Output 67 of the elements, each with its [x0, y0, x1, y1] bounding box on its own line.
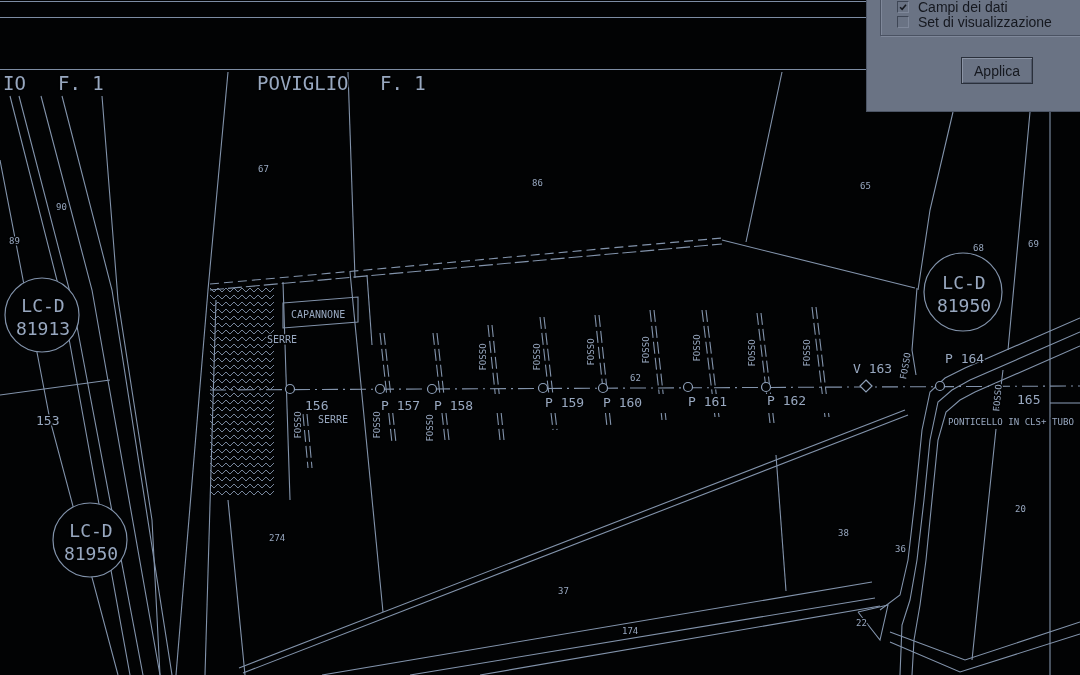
area-label: SERRE — [267, 334, 298, 345]
checkbox-label[interactable]: Set di visualizzazione — [918, 14, 1052, 29]
parcel-number: 20 — [1015, 504, 1026, 514]
ditch-label: FOSSO — [746, 339, 757, 367]
survey-point-icon — [859, 379, 873, 393]
parcel-number: 38 — [838, 528, 849, 538]
parcel-number: 68 — [973, 243, 984, 253]
sheet-label: IO — [3, 72, 26, 94]
station-label: P 162 — [767, 393, 807, 408]
ditch-label: FOSSO — [640, 336, 651, 364]
survey-point-icon — [284, 383, 296, 395]
survey-point-icon — [682, 381, 694, 393]
parcel-number: 36 — [895, 544, 906, 554]
parcel-number: 67 — [258, 164, 269, 174]
station-label: P 161 — [688, 394, 728, 409]
station-label: P 160 — [603, 395, 643, 410]
apply-button[interactable]: Applica — [961, 57, 1033, 84]
station-label: P 159 — [545, 395, 585, 410]
survey-point-icon — [537, 382, 549, 394]
ditch-label: FOSSO — [292, 411, 303, 439]
parcel-number: 89 — [9, 236, 20, 246]
station-label: V 163 — [853, 361, 893, 376]
survey-point-icon — [597, 382, 609, 394]
station-label: 165 — [1017, 392, 1041, 407]
ditch-line — [302, 413, 313, 469]
parcel-number: 69 — [1028, 239, 1039, 249]
survey-point-icon — [426, 383, 438, 395]
parcel-number: 22 — [856, 618, 867, 628]
survey-point-icon — [374, 383, 386, 395]
parcel-number: 274 — [269, 533, 286, 543]
ditch-label: FOSSO — [531, 343, 542, 371]
checkbox[interactable] — [897, 15, 909, 28]
parcel-number: 174 — [622, 626, 639, 636]
survey-point-icon — [934, 380, 946, 392]
ditch-label: FOSSO — [991, 384, 1004, 412]
bridge-note: PONTICELLO IN CLS+ TUBO — [948, 417, 1074, 427]
ditch-label: FOSSO — [898, 351, 913, 381]
station-label: P 158 — [434, 398, 474, 413]
callout-code: LC-D — [21, 295, 65, 316]
survey-point-icon — [760, 381, 772, 393]
sheet-label: F. 1 — [58, 72, 104, 94]
callout-code: LC-D — [942, 272, 986, 293]
ditch-label: FOSSO — [371, 411, 382, 439]
station-label: 156 — [305, 398, 329, 413]
callout-number: 81950 — [63, 543, 119, 564]
sheet-label: POVIGLIO — [257, 72, 349, 94]
checkbox[interactable] — [897, 1, 909, 13]
callout-code: LC-D — [69, 520, 113, 541]
parcel-number: 86 — [532, 178, 543, 188]
ditch-label: FOSSO — [585, 338, 596, 366]
ditch-label: FOSSO — [477, 343, 488, 371]
station-label: 153 — [36, 413, 60, 428]
station-label: P 164 — [945, 351, 985, 366]
ditch-label: FOSSO — [424, 414, 435, 442]
ditch-label: FOSSO — [801, 339, 812, 367]
parcel-number: 90 — [56, 202, 67, 212]
area-label: SERRE — [318, 414, 349, 425]
parcel-number: 37 — [558, 586, 569, 596]
sheet-label: F. 1 — [380, 72, 426, 94]
ditch-label: FOSSO — [691, 334, 702, 362]
building-label: CAPANNONE — [291, 309, 346, 320]
checkbox-label[interactable]: Campi dei dati — [918, 0, 1008, 14]
parcel-number: 62 — [630, 373, 641, 383]
parcel-number: 65 — [860, 181, 871, 191]
station-label: P 157 — [381, 398, 421, 413]
callout-number: 81913 — [15, 318, 71, 339]
callout-number: 81950 — [936, 295, 992, 316]
